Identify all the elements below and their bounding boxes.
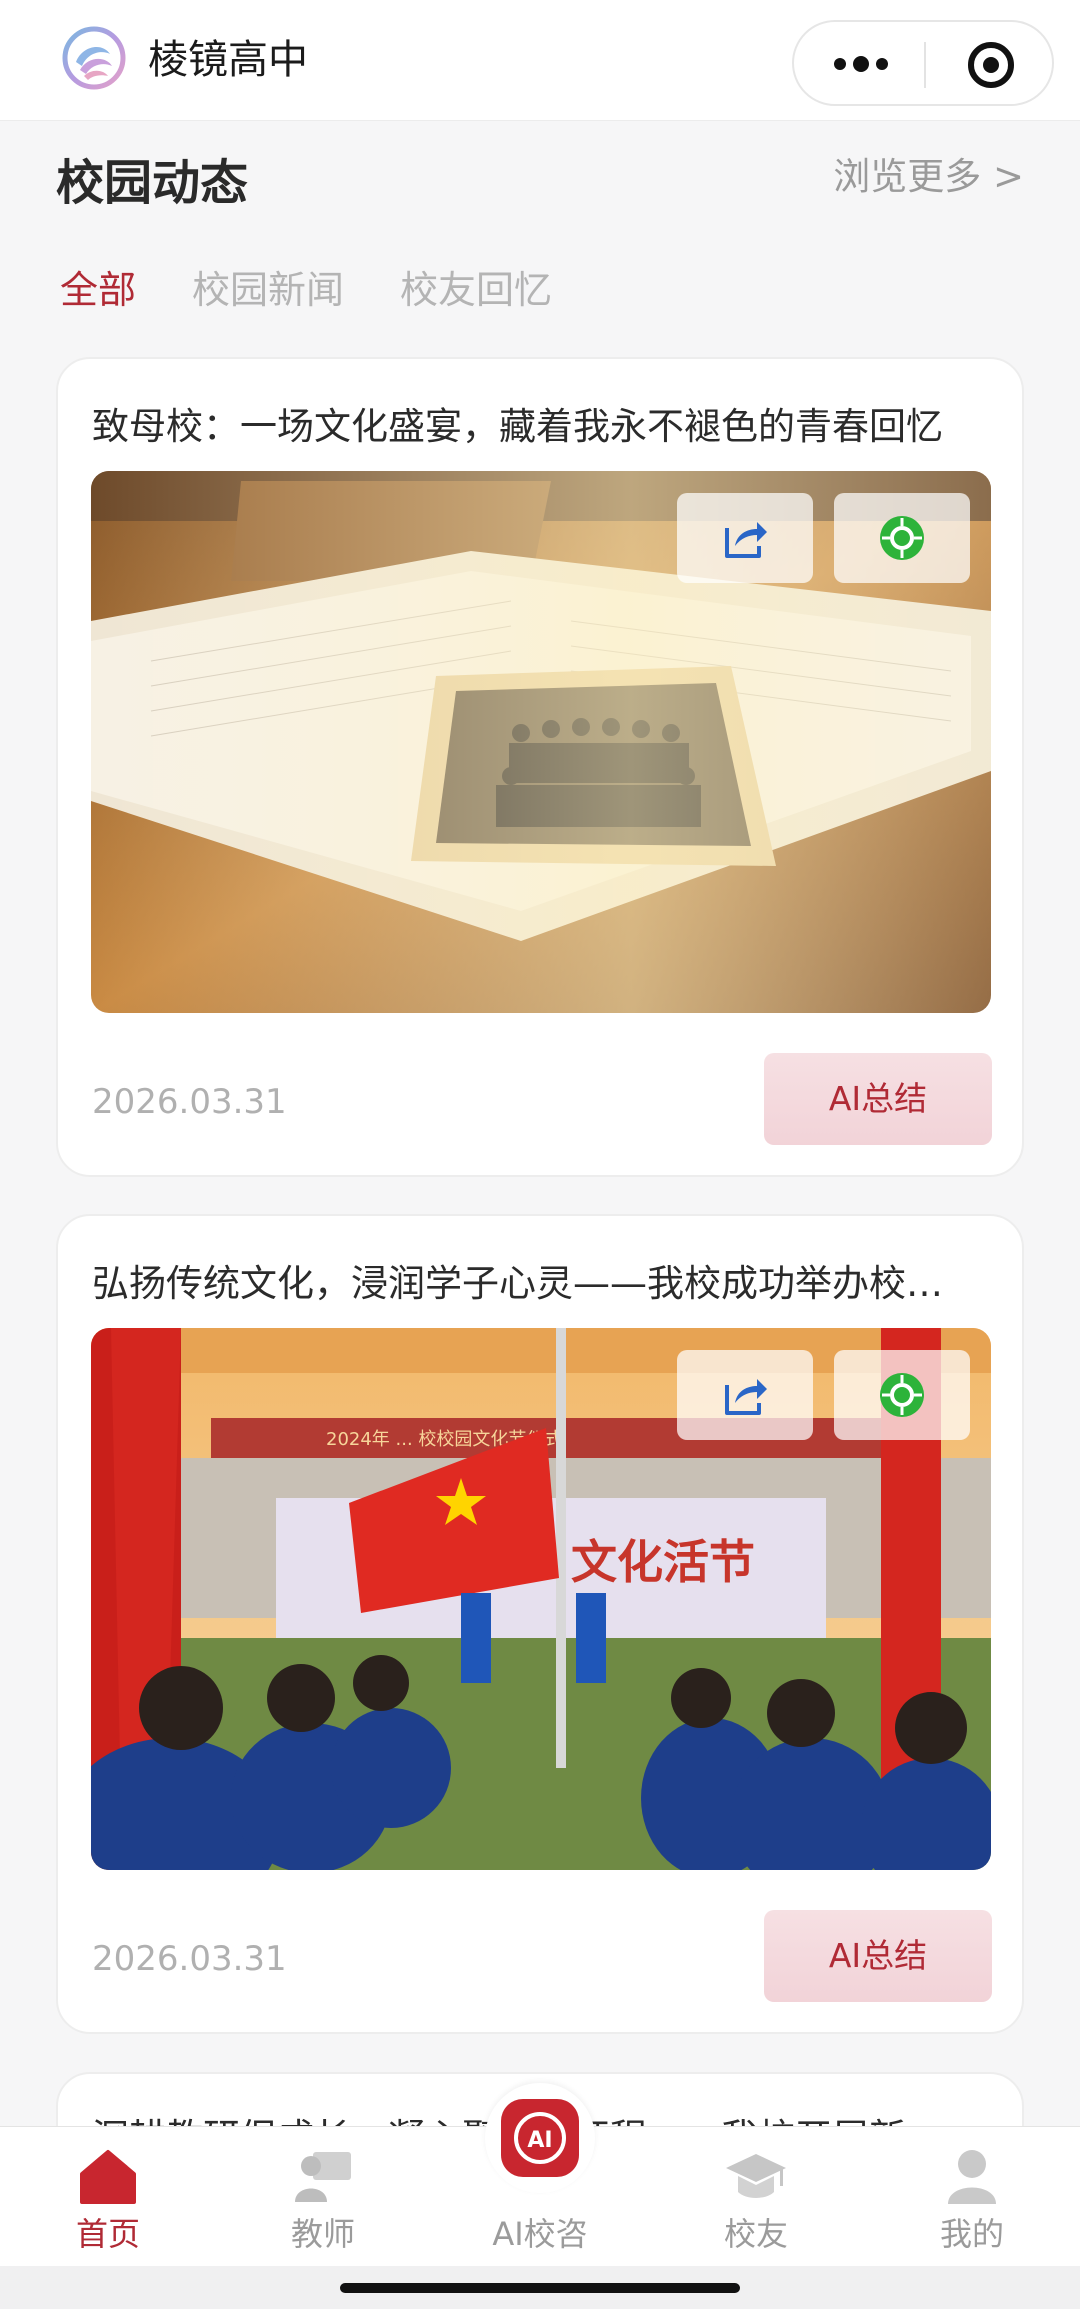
share-icon — [725, 1379, 767, 1415]
share-button[interactable] — [677, 493, 813, 583]
card-date: 2026.03.31 — [92, 1082, 287, 1122]
teacher-icon — [291, 2144, 355, 2208]
tab-alumni-memories[interactable]: 校友回忆 — [400, 262, 552, 318]
graduation-cap-icon — [724, 2144, 788, 2208]
mini-program-capsule — [792, 20, 1054, 106]
nav-label: AI校咨 — [492, 2215, 588, 2253]
tab-campus-news[interactable]: 校园新闻 — [192, 262, 344, 318]
card-title[interactable]: 弘扬传统文化，浸润学子心灵——我校成功举办校… — [92, 1254, 992, 1314]
card-image[interactable] — [91, 471, 991, 1013]
moments-icon — [880, 516, 924, 560]
nav-label: 教师 — [290, 2215, 355, 2253]
nav-ai-consult[interactable]: AI校咨 — [460, 2142, 620, 2262]
capsule-divider — [924, 42, 926, 88]
ai-summary-button[interactable]: AI总结 — [764, 1910, 992, 2002]
share-icon — [725, 522, 767, 558]
nav-label: 我的 — [939, 2215, 1004, 2253]
nav-home[interactable]: 首页 — [28, 2142, 188, 2262]
news-card[interactable]: 致母校：一场文化盛宴，藏着我永不褪色的青春回忆 2026.03.31 AI总结 — [56, 357, 1024, 1177]
category-tabs: 全部 校园新闻 校友回忆 — [60, 262, 608, 318]
app-title: 棱镜高中 — [148, 37, 308, 83]
nav-alumni[interactable]: 校友 — [676, 2142, 836, 2262]
image-backdrop-text: 文化活节 — [571, 1535, 755, 1589]
ai-summary-button[interactable]: AI总结 — [764, 1053, 992, 1145]
home-icon — [76, 2144, 140, 2208]
nav-label: 首页 — [75, 2215, 140, 2253]
section-title: 校园动态 — [56, 155, 249, 211]
moments-button[interactable] — [834, 493, 970, 583]
moments-button[interactable] — [834, 1350, 970, 1440]
nav-label: 校友 — [723, 2215, 788, 2253]
browse-more-link[interactable]: 浏览更多 > — [833, 150, 1024, 204]
app-logo-icon — [62, 26, 126, 90]
card-date: 2026.03.31 — [92, 1939, 287, 1979]
nav-teacher[interactable]: 教师 — [243, 2142, 403, 2262]
close-mini-program-icon[interactable] — [966, 40, 1016, 90]
moments-icon — [880, 1373, 924, 1417]
share-button[interactable] — [677, 1350, 813, 1440]
nav-mine[interactable]: 我的 — [892, 2142, 1052, 2262]
tab-all[interactable]: 全部 — [60, 262, 136, 318]
home-indicator — [340, 2283, 740, 2293]
more-options-icon[interactable] — [830, 44, 892, 84]
card-title[interactable]: 致母校：一场文化盛宴，藏着我永不褪色的青春回忆 — [92, 397, 992, 457]
news-card[interactable]: 弘扬传统文化，浸润学子心灵——我校成功举办校… 2024年 ... 校校园文化节… — [56, 1214, 1024, 2034]
card-image[interactable]: 2024年 ... 校校园文化节仪式 文化活节 — [91, 1328, 991, 1870]
user-icon — [940, 2144, 1004, 2208]
top-bar: 棱镜高中 — [0, 0, 1080, 121]
